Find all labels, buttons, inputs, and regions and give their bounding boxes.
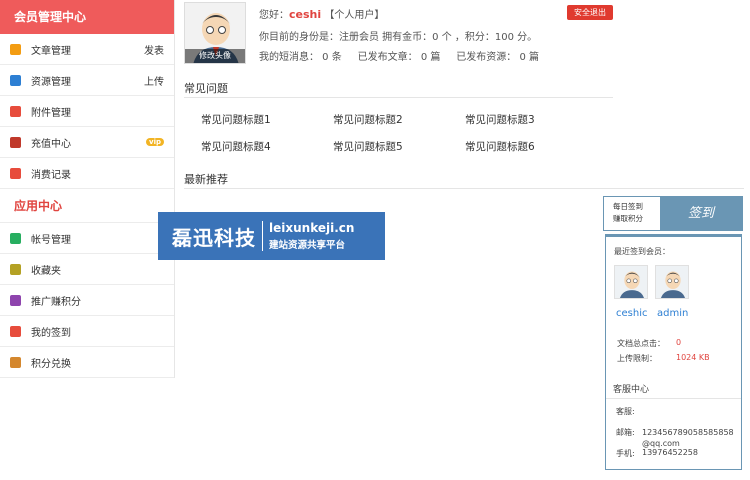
- phone-value: 13976452258: [642, 448, 698, 457]
- identity-line: 你目前的身份是：注册会员 拥有金币：0 个 ，积分：100 分。: [259, 32, 538, 43]
- sidebar-item-consumption[interactable]: 消费记录: [0, 158, 174, 189]
- favorites-icon: [10, 263, 21, 275]
- banner-divider: [262, 221, 263, 251]
- sidebar-item-recharge[interactable]: 充值中心 vip: [0, 127, 174, 158]
- resources-count[interactable]: 已发布资源： 0 篇: [456, 52, 539, 63]
- clicks-value: 0: [676, 338, 682, 347]
- email-value: 123456789058585858@qq.com: [642, 428, 734, 448]
- faq-link[interactable]: 常见问题标题3: [465, 112, 535, 127]
- greeting-text: 您好：: [259, 10, 289, 21]
- sidebar-item-label: 资源管理: [31, 76, 71, 88]
- sidebar-item-label: 推广赚积分: [31, 296, 81, 308]
- sidebar-item-label: 收藏夹: [31, 265, 61, 277]
- member-sidebar: 会员管理中心 文章管理 发表 资源管理 上传 附件管理 充值中心 vip 消费记…: [0, 0, 175, 378]
- signin-icon: [10, 325, 21, 337]
- member-avatar[interactable]: [655, 265, 689, 299]
- vip-badge-icon: vip: [146, 138, 164, 146]
- record-icon: [10, 167, 21, 179]
- brand-banner: 磊迅科技 leixunkeji.cn 建站资源共享平台: [158, 212, 385, 260]
- sidebar-item-label: 帐号管理: [31, 234, 71, 246]
- promotion-icon: [10, 294, 21, 306]
- faq-link[interactable]: 常见问题标题5: [333, 139, 403, 154]
- attachment-icon: [10, 105, 21, 117]
- member-name[interactable]: admin: [657, 308, 688, 319]
- brand-domain: leixunkeji.cn: [269, 221, 355, 235]
- resource-icon: [10, 74, 21, 86]
- edit-avatar-label[interactable]: 修改头像: [185, 49, 245, 63]
- sidebar-item-favorites[interactable]: 收藏夹: [0, 254, 174, 285]
- faq-divider: [184, 97, 613, 98]
- exchange-icon: [10, 356, 21, 368]
- apps-header: 应用中心: [0, 189, 174, 223]
- greeting-line: 您好：ceshi 【个人用户】: [259, 6, 384, 21]
- brand-name: 磊迅科技: [172, 225, 256, 250]
- recommend-divider: [184, 188, 744, 189]
- recommend-title: 最新推荐: [184, 173, 228, 186]
- avatar[interactable]: 修改头像: [184, 2, 246, 64]
- publish-link[interactable]: 发表: [144, 42, 164, 57]
- email-label: 邮箱:: [616, 428, 635, 437]
- recent-members-title: 最近签到会员：: [614, 247, 670, 256]
- stats-line: 我的短消息： 0 条 已发布文章： 0 篇 已发布资源： 0 篇: [259, 48, 539, 63]
- upload-label: 上传限制：: [617, 354, 657, 363]
- faq-link[interactable]: 常见问题标题1: [201, 112, 271, 127]
- phone-label: 手机:: [616, 449, 635, 458]
- upload-link[interactable]: 上传: [144, 73, 164, 88]
- member-person-icon: [615, 266, 647, 298]
- member-person-icon: [656, 266, 688, 298]
- sidebar-item-label: 消费记录: [31, 169, 71, 181]
- articles-count[interactable]: 已发布文章： 0 篇: [358, 52, 441, 63]
- signin-hint: 每日签到 赚取积分: [604, 197, 660, 230]
- member-avatar[interactable]: [614, 265, 648, 299]
- role-tag: 【个人用户】: [324, 10, 385, 21]
- sidebar-item-resources[interactable]: 资源管理 上传: [0, 65, 174, 96]
- upload-value: 1024 KB: [676, 353, 710, 362]
- sidebar-item-articles[interactable]: 文章管理 发表: [0, 34, 174, 65]
- article-icon: [10, 43, 21, 55]
- sidebar-item-account[interactable]: 帐号管理: [0, 223, 174, 254]
- messages-count[interactable]: 我的短消息： 0 条: [259, 52, 342, 63]
- sidebar-item-label: 积分兑换: [31, 358, 71, 370]
- member-name[interactable]: ceshic: [616, 308, 647, 319]
- signin-panel: 最近签到会员： ceshic admin 文档总点击： 0 上传限制： 1024…: [605, 234, 742, 470]
- brand-slogan: 建站资源共享平台: [269, 240, 346, 251]
- signin-hint-line1: 每日签到: [613, 202, 643, 211]
- sidebar-item-label: 我的签到: [31, 327, 71, 339]
- service-divider: [606, 398, 741, 399]
- sidebar-item-label: 文章管理: [31, 45, 71, 57]
- sidebar-item-exchange[interactable]: 积分兑换: [0, 347, 174, 378]
- faq-link[interactable]: 常见问题标题6: [465, 139, 535, 154]
- signin-hint-line2: 赚取积分: [613, 214, 643, 223]
- sidebar-item-promotion[interactable]: 推广赚积分: [0, 285, 174, 316]
- faq-link[interactable]: 常见问题标题2: [333, 112, 403, 127]
- service-label: 客服:: [616, 407, 635, 416]
- account-icon: [10, 232, 21, 244]
- username: ceshi: [289, 8, 322, 21]
- signin-widget: 每日签到 赚取积分 签到: [603, 196, 743, 231]
- faq-title: 常见问题: [184, 82, 228, 95]
- sidebar-item-attachments[interactable]: 附件管理: [0, 96, 174, 127]
- logout-button[interactable]: 安全退出: [567, 5, 613, 20]
- signin-button[interactable]: 签到: [660, 197, 742, 230]
- service-title: 客服中心: [613, 385, 650, 395]
- recharge-icon: [10, 136, 21, 148]
- banner-right: leixunkeji.cn 建站资源共享平台: [269, 221, 354, 251]
- sidebar-item-label: 充值中心: [31, 138, 71, 150]
- sidebar-item-label: 附件管理: [31, 107, 71, 119]
- sidebar-item-signin[interactable]: 我的签到: [0, 316, 174, 347]
- sidebar-header: 会员管理中心: [0, 0, 174, 34]
- clicks-label: 文档总点击：: [617, 339, 665, 348]
- faq-link[interactable]: 常见问题标题4: [201, 139, 271, 154]
